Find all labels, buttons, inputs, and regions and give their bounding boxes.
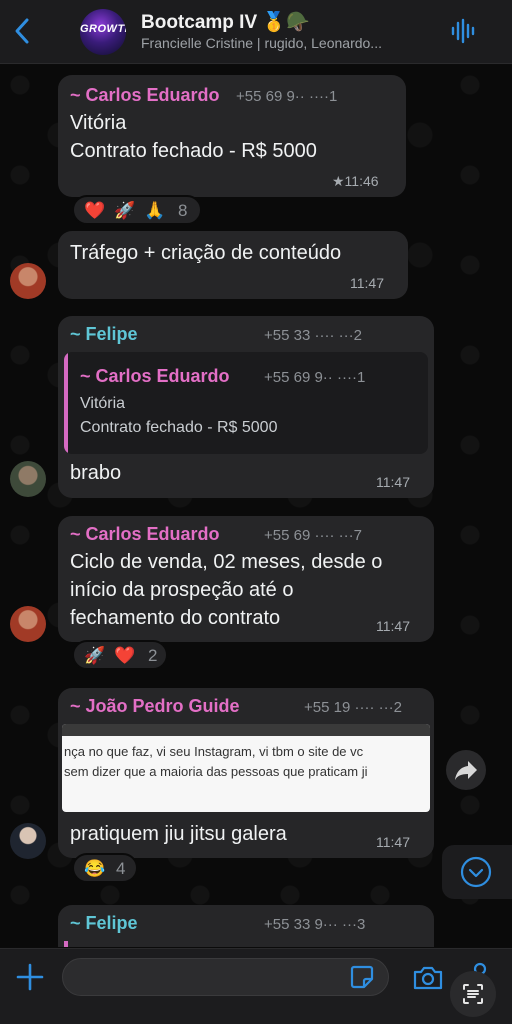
forward-icon[interactable] — [446, 750, 486, 790]
message-bubble[interactable]: ~ Carlos Eduardo +55 69 ···· ···7 Ciclo … — [58, 516, 434, 642]
scan-icon[interactable] — [450, 971, 496, 1017]
image-text: sem dizer que a maioria das pessoas que … — [64, 764, 368, 779]
reaction-emoji: 🙏 — [144, 201, 166, 220]
message-text: Vitória — [70, 112, 127, 134]
quote-bar — [64, 352, 68, 454]
reaction-emoji: 😂 — [84, 859, 106, 878]
reaction-emoji: 🚀 — [114, 201, 136, 220]
chevron-down-icon — [460, 856, 492, 888]
reaction-emoji: 🚀 — [84, 646, 106, 665]
avatar[interactable] — [10, 823, 46, 859]
sender-phone: +55 33 9··· ···3 — [264, 916, 366, 933]
quoted-phone: +55 69 9·· ····1 — [264, 369, 366, 386]
audio-wave-icon[interactable] — [450, 18, 476, 44]
group-title[interactable]: Bootcamp IV 🥇🪖 — [141, 10, 310, 34]
sender-name[interactable]: ~ Felipe — [70, 913, 138, 934]
image-attachment[interactable]: nça no que faz, vi seu Instagram, vi tbm… — [62, 724, 430, 812]
reaction-count: 8 — [178, 201, 188, 220]
sender-name[interactable]: ~ Carlos Eduardo — [70, 524, 220, 545]
chat-area[interactable]: ~ Carlos Eduardo +55 69 9·· ····1 Vitóri… — [0, 65, 512, 947]
group-members-subtitle[interactable]: Francielle Cristine | rugido, Leonardo..… — [141, 35, 431, 51]
message-input[interactable] — [62, 958, 389, 996]
quoted-sender: ~ Carlos Eduardo — [80, 366, 230, 386]
group-avatar[interactable]: GROWTH — [80, 9, 126, 55]
reaction-count: 2 — [148, 646, 158, 665]
message-text: Contrato fechado - R$ 5000 — [70, 140, 317, 162]
avatar[interactable] — [10, 461, 46, 497]
message-time: 11:47 — [376, 834, 410, 850]
message-text: Ciclo de venda, 02 meses, desde o — [70, 551, 383, 573]
reaction-emoji: ❤️ — [114, 646, 136, 665]
message-text: início da prospeção até o — [70, 579, 294, 601]
avatar[interactable] — [10, 606, 46, 642]
sender-phone: +55 33 ···· ···2 — [264, 327, 362, 344]
reaction-emoji: ❤️ — [84, 201, 106, 220]
message-time: 11:47 — [376, 618, 410, 634]
scroll-to-bottom-button[interactable] — [442, 845, 512, 899]
chevron-left-icon[interactable] — [10, 16, 34, 46]
sender-phone: +55 19 ···· ···2 — [304, 699, 402, 716]
message-text: fechamento do contrato — [70, 607, 281, 629]
sender-phone: +55 69 9·· ····1 — [236, 88, 338, 105]
message-text: pratiquem jiu jitsu galera — [70, 823, 287, 845]
camera-icon[interactable] — [412, 965, 444, 991]
reactions-pill[interactable]: 😂 4 — [72, 853, 138, 883]
reactions-pill[interactable]: 🚀 ❤️ 2 — [72, 640, 168, 670]
sender-name[interactable]: ~ João Pedro Guide — [70, 696, 240, 717]
sender-phone: +55 69 ···· ···7 — [264, 527, 362, 544]
plus-icon[interactable] — [14, 961, 46, 993]
message-time: 11:47 — [350, 275, 384, 291]
sender-name[interactable]: ~ Felipe — [70, 324, 138, 345]
quote-bar — [64, 941, 68, 947]
group-avatar-text: GROWTH — [80, 23, 126, 35]
image-top-strip — [62, 724, 430, 736]
message-text: brabo — [70, 462, 122, 484]
quoted-text: Vitória — [80, 395, 126, 412]
image-text: nça no que faz, vi seu Instagram, vi tbm… — [64, 744, 364, 759]
quoted-message[interactable]: ~ Carlos Eduardo +55 69 9·· ····1 Vitóri… — [64, 352, 428, 454]
message-bubble[interactable]: ~ Carlos Eduardo +55 69 9·· ····1 Vitóri… — [58, 75, 406, 197]
avatar[interactable] — [10, 263, 46, 299]
reaction-count: 4 — [116, 859, 126, 878]
reactions-pill[interactable]: ❤️ 🚀 🙏 8 — [72, 195, 202, 225]
message-time: 11:47 — [376, 474, 410, 490]
chat-header: GROWTH Bootcamp IV 🥇🪖 Francielle Cristin… — [0, 0, 512, 64]
message-text: Tráfego + criação de conteúdo — [70, 242, 342, 264]
sender-name[interactable]: ~ Carlos Eduardo — [70, 85, 220, 106]
sticker-icon[interactable] — [349, 964, 375, 990]
message-bubble[interactable]: ~ João Pedro Guide +55 19 ···· ···2 nça … — [58, 688, 434, 858]
quoted-text: Contrato fechado - R$ 5000 — [80, 419, 278, 436]
composer-bar — [0, 948, 512, 1024]
message-time: ★11:46 — [332, 173, 379, 189]
message-bubble[interactable]: Tráfego + criação de conteúdo 11:47 — [58, 231, 408, 299]
message-bubble[interactable]: ~ Felipe +55 33 ···· ···2 ~ Carlos Eduar… — [58, 316, 434, 498]
message-bubble[interactable]: ~ Felipe +55 33 9··· ···3 — [58, 905, 434, 947]
